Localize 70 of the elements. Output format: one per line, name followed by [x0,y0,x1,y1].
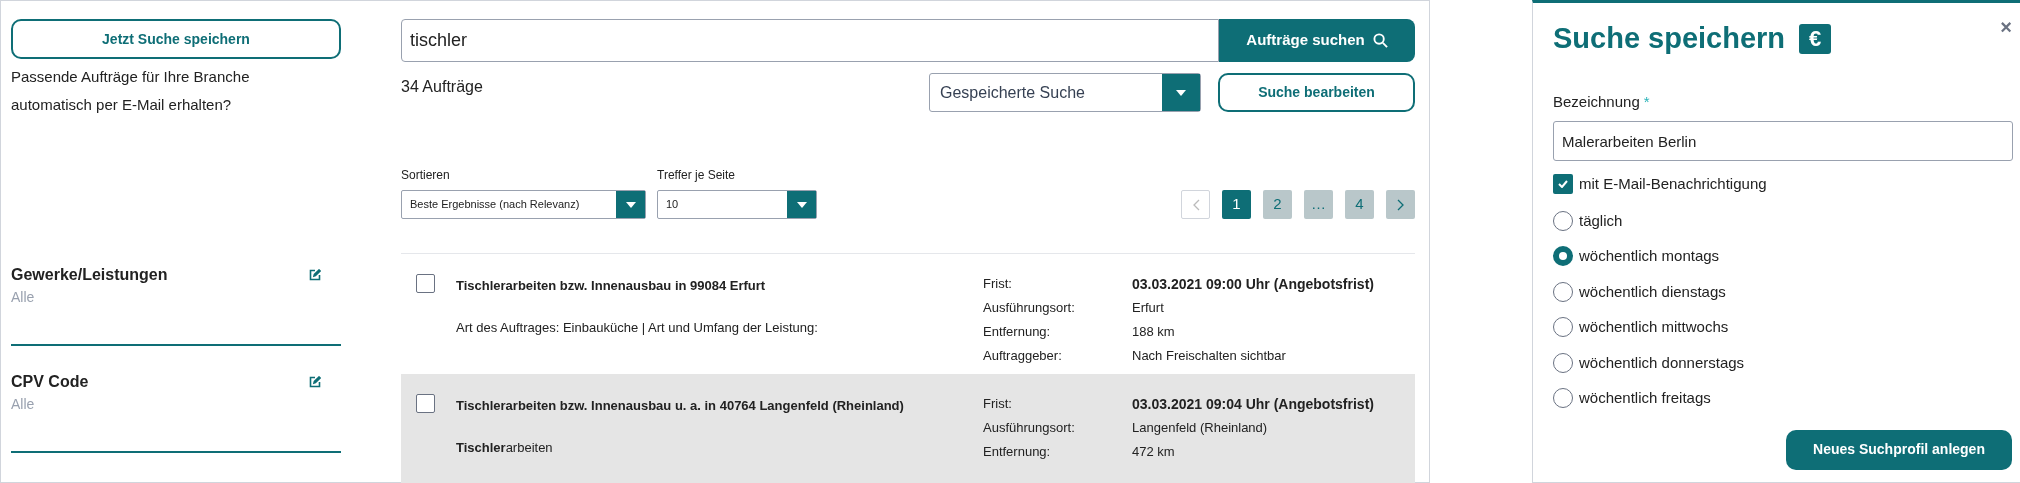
radio-button[interactable] [1553,352,1573,373]
edit-icon[interactable] [309,376,321,388]
page-button[interactable]: 2 [1263,190,1292,219]
filter-title: CPV Code [11,372,89,392]
search-icon [1372,33,1388,48]
chevron-right-icon [1396,198,1405,211]
page-button[interactable]: … [1304,190,1333,219]
dialog-title: Suche speichern [1553,21,1786,56]
caret-icon [625,201,636,208]
detail-value: 188 km [1132,323,1175,342]
name-field[interactable]: Malerarbeiten Berlin [1553,121,2013,161]
save-search-button[interactable]: Jetzt Suche speichern [11,19,341,59]
page-button[interactable]: 4 [1345,190,1374,219]
saved-search-dropdown[interactable]: Gespeicherte Suche [929,73,1201,112]
radio-label: wöchentlich dienstags [1579,281,1726,302]
radio-button[interactable] [1553,246,1573,267]
detail-label: Entfernung: [983,323,1052,342]
detail-value: Langenfeld (Rheinland) [1132,419,1268,438]
detail-label: Entfernung: [983,443,1052,462]
radio-label: wöchentlich freitags [1579,388,1711,408]
result-description: Art des Auftrages: Einbauküche | Art und Umfang der Leistung: [456,318,819,337]
result-row[interactable]: Tischlerarbeiten bzw. Innenausbau u. a. in 40764 Langenfeld (Rheinland) Tischlerarbeiten Frist: 03.03.2021 09:04 Uhr (Angebotsfrist) Ausführungsort: Langenfeld (Rheinland) Entfernung: 472 km [401,374,1415,483]
detail-value: 03.03.2021 09:04 Uhr (Angebotsfrist) [1132,394,1374,414]
required-mark: * [1643,91,1650,112]
radio-label: täglich [1579,210,1623,231]
radio-button[interactable] [1553,317,1573,338]
radio-button[interactable] [1553,388,1573,409]
sort-label: Sortieren [401,167,451,184]
radio-label: wöchentlich montags [1579,246,1720,266]
result-count: 34 Aufträge [401,77,484,97]
result-title[interactable]: Tischlerarbeiten bzw. Innenausbau in 99084 Erfurt [456,276,956,296]
chevron-left-icon [1191,198,1200,211]
euro-badge: € [1799,23,1832,54]
field-label: Bezeichnung [1553,91,1640,112]
radio-button[interactable] [1553,281,1573,302]
detail-value: 03.03.2021 09:00 Uhr (Angebotsfrist) [1132,274,1374,294]
detail-value: Erfurt [1132,299,1164,318]
radio-button[interactable] [1553,210,1573,231]
filter-value: Alle [11,395,36,414]
detail-label: Ausführungsort: [983,299,1076,318]
create-profile-button[interactable]: Neues Suchprofil anlegen [1786,429,2012,470]
close-button[interactable]: × [2000,17,2012,37]
per-page-label: Treffer je Seite [657,167,737,184]
detail-label: Ausführungsort: [983,419,1076,438]
result-title[interactable]: Tischlerarbeiten bzw. Innenausbau u. a. in 40764 Langenfeld (Rheinland) [456,396,956,416]
row-checkbox[interactable] [416,274,435,293]
row-checkbox[interactable] [416,394,435,413]
search-field[interactable]: tischler [401,19,1219,62]
detail-label: Auftraggeber: [983,347,1063,366]
filter-title: Gewerke/Leistungen [11,265,168,285]
sort-dropdown[interactable]: Beste Ergebnisse (nach Relevanz) [401,190,646,219]
radio-label: wöchentlich donnerstags [1579,352,1745,373]
per-page-dropdown[interactable]: 10 [657,190,817,219]
detail-value: Nach Freischalten sichtbar [1132,347,1286,366]
caret-icon [796,201,807,208]
caret-icon [1176,89,1186,96]
detail-label: Frist: [983,275,1013,294]
edit-icon[interactable] [309,269,321,281]
filter-value: Alle [11,288,36,307]
edit-search-button[interactable]: Suche bearbeiten [1218,73,1415,112]
search-button[interactable]: Aufträge suchen [1219,19,1415,62]
page-button[interactable]: 1 [1222,190,1251,219]
notify-checkbox[interactable] [1553,174,1573,195]
prompt-text: Passende Aufträge für Ihre Branche automatisch per E-Mail erhalten? [11,67,251,115]
radio-label: wöchentlich mittwochs [1579,317,1729,337]
result-description: Tischlerarbeiten [456,438,554,457]
detail-label: Frist: [983,395,1013,414]
check-icon [1558,180,1568,189]
detail-value: 472 km [1132,443,1175,462]
notify-label: mit E-Mail-Benachrichtigung [1579,174,1767,194]
